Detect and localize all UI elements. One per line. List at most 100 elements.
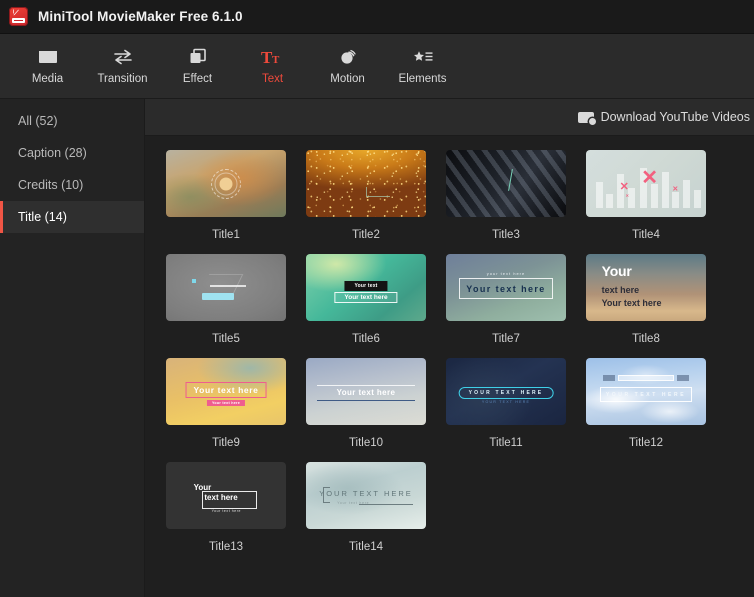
toolbar-label-text: Text bbox=[261, 73, 284, 85]
app-logo-icon: ᴵ⟋ bbox=[9, 7, 28, 26]
motion-circle-icon bbox=[338, 47, 358, 67]
swap-arrows-icon bbox=[112, 47, 134, 67]
template-item[interactable]: YOUR TEXT HERE Title12 bbox=[586, 358, 726, 449]
template-item[interactable]: ✕ ✕ ✕ ✕ Title4 bbox=[586, 150, 726, 241]
star-list-icon bbox=[412, 47, 434, 67]
template-item[interactable]: Title2 bbox=[306, 150, 446, 241]
template-item[interactable]: Your text Your text here Title6 bbox=[306, 254, 446, 345]
template-caption: Title10 bbox=[348, 437, 384, 449]
thumb-text: your text here bbox=[486, 271, 526, 277]
thumb-text: YOUR TEXT HERE bbox=[458, 386, 554, 399]
sidebar-label-credits: Credits (10) bbox=[18, 178, 84, 192]
toolbar-item-effect[interactable]: Effect bbox=[160, 37, 235, 95]
template-item[interactable]: Your text here Your text here Title9 bbox=[166, 358, 306, 449]
template-caption: Title9 bbox=[212, 437, 240, 449]
thumb-text: Your text here bbox=[601, 298, 662, 309]
template-caption: Title5 bbox=[212, 333, 240, 345]
sidebar-label-title: Title (14) bbox=[18, 210, 67, 224]
sidebar-item-caption[interactable]: Caption (28) bbox=[0, 137, 144, 169]
template-caption: Title13 bbox=[208, 541, 244, 553]
title-bar: ᴵ⟋ MiniTool MovieMaker Free 6.1.0 bbox=[0, 0, 754, 34]
sidebar-item-title[interactable]: Title (14) bbox=[0, 201, 144, 233]
category-sidebar: All (52) Caption (28) Credits (10) Title… bbox=[0, 99, 145, 597]
toolbar-item-text[interactable]: T T Text bbox=[235, 37, 310, 95]
folder-icon bbox=[38, 47, 58, 67]
app-body: All (52) Caption (28) Credits (10) Title… bbox=[0, 99, 754, 597]
template-caption: Title8 bbox=[632, 333, 660, 345]
layers-icon bbox=[188, 47, 208, 67]
toolbar-label-effect: Effect bbox=[182, 73, 213, 85]
template-item[interactable]: your text here Your text here Title7 bbox=[446, 254, 586, 345]
thumb-text: Your text here bbox=[459, 278, 553, 300]
thumb-text: Your text here bbox=[334, 291, 398, 303]
template-thumbnail-title12[interactable]: YOUR TEXT HERE bbox=[586, 358, 706, 425]
thumb-text: YOUR TEXT HERE bbox=[319, 489, 413, 499]
thumb-text: text here bbox=[204, 493, 238, 503]
template-caption: Title14 bbox=[348, 541, 384, 553]
text-tt-icon: T T bbox=[261, 47, 285, 67]
main-toolbar: Media Transition Effect T T Text Motion … bbox=[0, 34, 754, 99]
template-item[interactable]: Title1 bbox=[166, 150, 306, 241]
template-item[interactable]: Title3 bbox=[446, 150, 586, 241]
svg-text:T: T bbox=[272, 54, 280, 66]
template-thumbnail-title14[interactable]: YOUR TEXT HERE Your text here bbox=[306, 462, 426, 529]
template-thumbnail-title1[interactable] bbox=[166, 150, 286, 217]
template-gallery: Title1 Title2 Title3 ✕ ✕ ✕ ✕ Title4 Titl… bbox=[145, 136, 754, 597]
template-item[interactable]: Title5 bbox=[166, 254, 306, 345]
template-thumbnail-title5[interactable] bbox=[166, 254, 286, 321]
template-thumbnail-title11[interactable]: YOUR TEXT HERE YOUR TEXT HERE bbox=[446, 358, 566, 425]
thumb-text: YOUR TEXT HERE bbox=[481, 399, 531, 404]
toolbar-item-transition[interactable]: Transition bbox=[85, 37, 160, 95]
thumb-text: Your bbox=[601, 263, 632, 280]
toolbar-label-transition: Transition bbox=[97, 73, 148, 85]
toolbar-item-media[interactable]: Media bbox=[10, 37, 85, 95]
template-caption: Title6 bbox=[352, 333, 380, 345]
thumb-text: Your text here bbox=[206, 400, 246, 407]
template-thumbnail-title6[interactable]: Your text Your text here bbox=[306, 254, 426, 321]
toolbar-label-media: Media bbox=[31, 73, 64, 85]
template-item[interactable]: YOUR TEXT HERE Your text here Title14 bbox=[306, 462, 446, 553]
thumb-text: Your bbox=[193, 482, 212, 492]
template-caption: Title7 bbox=[492, 333, 520, 345]
thumb-text: Your text here bbox=[211, 508, 241, 513]
thumb-text: Your text here bbox=[185, 382, 267, 399]
template-thumbnail-title10[interactable]: Your text here bbox=[306, 358, 426, 425]
thumb-text: Your text here bbox=[336, 388, 396, 398]
template-thumbnail-title3[interactable] bbox=[446, 150, 566, 217]
window-title: MiniTool MovieMaker Free 6.1.0 bbox=[38, 9, 243, 24]
toolbar-item-elements[interactable]: Elements bbox=[385, 37, 460, 95]
template-caption: Title3 bbox=[492, 229, 520, 241]
sidebar-label-caption: Caption (28) bbox=[18, 146, 87, 160]
download-youtube-videos-button[interactable]: Download YouTube Videos bbox=[577, 110, 750, 125]
toolbar-item-motion[interactable]: Motion bbox=[310, 37, 385, 95]
thumb-text: text here bbox=[601, 285, 640, 296]
template-item[interactable]: Your text here Your text here Title13 bbox=[166, 462, 306, 553]
template-caption: Title2 bbox=[352, 229, 380, 241]
thumb-text: Your text bbox=[344, 280, 388, 291]
template-item[interactable]: Your text here Title10 bbox=[306, 358, 446, 449]
template-thumbnail-title4[interactable]: ✕ ✕ ✕ ✕ bbox=[586, 150, 706, 217]
app-window: ᴵ⟋ MiniTool MovieMaker Free 6.1.0 Media … bbox=[0, 0, 754, 597]
content-panel: Download YouTube Videos Title1 Title2 Ti… bbox=[145, 99, 754, 597]
toolbar-label-motion: Motion bbox=[330, 73, 365, 85]
sidebar-item-all[interactable]: All (52) bbox=[0, 105, 144, 137]
template-caption: Title4 bbox=[632, 229, 660, 241]
sidebar-item-credits[interactable]: Credits (10) bbox=[0, 169, 144, 201]
template-caption: Title11 bbox=[489, 437, 523, 449]
template-thumbnail-title7[interactable]: your text here Your text here bbox=[446, 254, 566, 321]
template-grid: Title1 Title2 Title3 ✕ ✕ ✕ ✕ Title4 Titl… bbox=[166, 150, 754, 566]
template-caption: Title12 bbox=[628, 437, 664, 449]
template-thumbnail-title13[interactable]: Your text here Your text here bbox=[166, 462, 286, 529]
template-thumbnail-title9[interactable]: Your text here Your text here bbox=[166, 358, 286, 425]
content-header: Download YouTube Videos bbox=[145, 99, 754, 136]
video-download-icon bbox=[577, 111, 596, 125]
template-caption: Title1 bbox=[212, 229, 240, 241]
template-thumbnail-title8[interactable]: Your text here Your text here bbox=[586, 254, 706, 321]
sidebar-label-all: All (52) bbox=[18, 114, 58, 128]
template-thumbnail-title2[interactable] bbox=[306, 150, 426, 217]
template-item[interactable]: YOUR TEXT HERE YOUR TEXT HERE Title11 bbox=[446, 358, 586, 449]
template-item[interactable]: Your text here Your text here Title8 bbox=[586, 254, 726, 345]
thumb-text: YOUR TEXT HERE bbox=[600, 387, 692, 403]
toolbar-label-elements: Elements bbox=[398, 73, 447, 85]
download-youtube-videos-label: Download YouTube Videos bbox=[600, 110, 750, 124]
